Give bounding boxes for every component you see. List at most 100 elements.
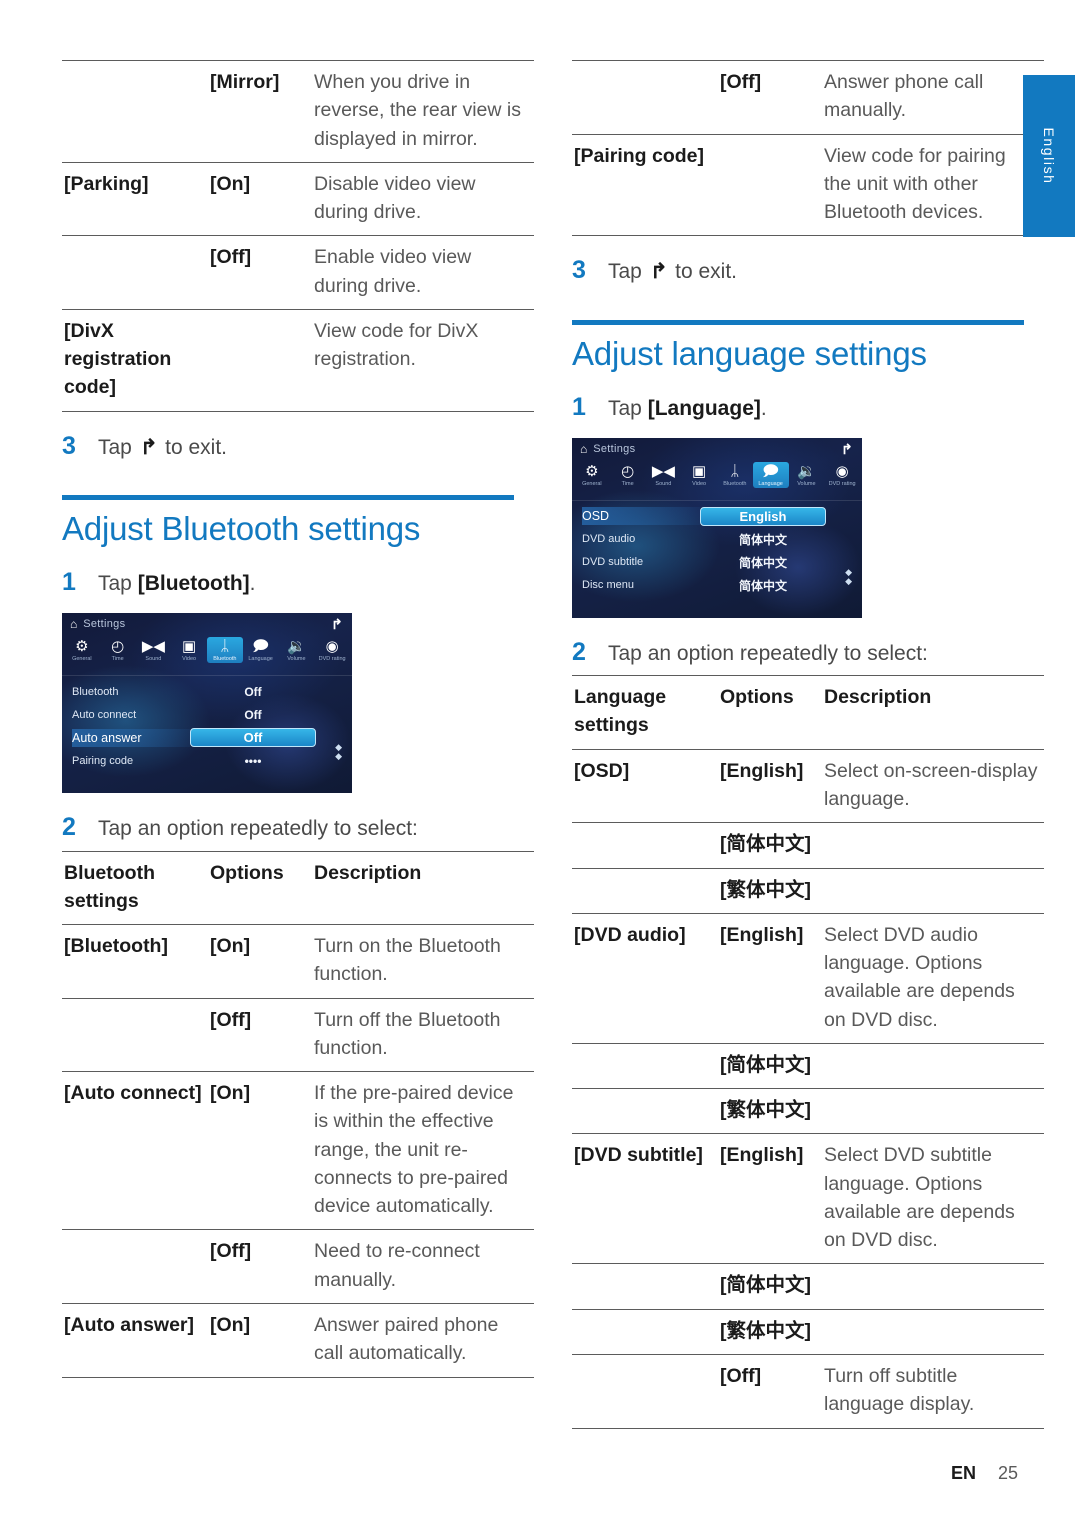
option-value: 简体中文 xyxy=(738,555,787,570)
step-text-post: . xyxy=(760,396,767,420)
cell-option: [Off] xyxy=(720,1354,824,1429)
option-label: DVD audio xyxy=(582,533,636,546)
settings-icon-dvd-rating[interactable]: ◉ DVD rating xyxy=(314,637,350,663)
cell-option: [简体中文] xyxy=(720,1042,824,1089)
speaker-icon: 🔉 xyxy=(287,638,306,656)
gear-icon: ⚙ xyxy=(585,462,599,480)
settings-icon-sound[interactable]: ▶◀ Sound xyxy=(646,462,682,488)
list-item-selected[interactable]: Auto answer Off xyxy=(62,726,352,749)
list-item[interactable]: DVD subtitle 简体中文 xyxy=(572,551,862,574)
list-item-selected[interactable]: OSD English xyxy=(572,505,862,528)
settings-icon-bluetooth[interactable]: ᛦ Bluetooth xyxy=(717,462,753,488)
cell-option: [简体中文] xyxy=(720,822,824,869)
bluetooth-settings-table-continued-body: [Off] Answer phone call manually. [Pairi… xyxy=(572,60,1044,237)
heading-rule xyxy=(62,494,514,500)
option-value: Off xyxy=(244,707,262,722)
settings-icon-time[interactable]: ◴ Time xyxy=(610,462,646,488)
option-label: Pairing code xyxy=(72,754,134,767)
table-row: [Pairing code] View code for pairing the… xyxy=(572,133,1044,237)
cell-setting: [Auto answer] xyxy=(62,1303,210,1378)
page-title-bluetooth: Adjust Bluetooth settings xyxy=(62,509,421,547)
cell-description: Turn off the Bluetooth function. xyxy=(314,997,534,1072)
list-item[interactable]: Pairing code •••• xyxy=(62,749,352,772)
screenshot-icon-bar: ⚙ General ◴ Time ▶◀ Sound ▣ Video ᛦ Bluetooth… xyxy=(62,635,352,677)
option-label: Auto connect xyxy=(72,708,137,721)
option-value: Off xyxy=(190,728,316,748)
icon-label: Language xyxy=(758,481,783,487)
settings-icon-volume[interactable]: 🔉 Volume xyxy=(789,462,825,488)
screenshot-title: Settings xyxy=(83,618,126,631)
step-text: Tap ↰ to exit. xyxy=(98,434,227,461)
settings-icon-video[interactable]: ▣ Video xyxy=(171,637,207,663)
clock-icon: ◴ xyxy=(111,638,125,656)
step-target: [Language] xyxy=(647,396,761,420)
cell-option: [Off] xyxy=(210,235,314,310)
list-item[interactable]: Auto connect Off xyxy=(62,703,352,726)
option-value: •••• xyxy=(244,753,262,768)
cell-option: [English] xyxy=(720,748,824,823)
scroll-down-icon[interactable]: ◆ xyxy=(845,576,852,587)
table-row: [繁体中文] xyxy=(572,1308,1044,1355)
language-settings-screenshot: ⌂ Settings ↰ ⚙ General ◴ Time ▶◀ Sound ▣ Vid… xyxy=(572,437,862,618)
table-row: [简体中文] xyxy=(572,822,1044,869)
table-row: [简体中文] xyxy=(572,1042,1044,1089)
icon-label: Sound xyxy=(145,656,162,663)
list-item[interactable]: DVD audio 简体中文 xyxy=(572,528,862,551)
step-text: Tap [Bluetooth]. xyxy=(98,570,256,597)
cell-description: Answer phone call manually. xyxy=(824,60,1044,135)
icon-label: Time xyxy=(621,481,634,487)
cell-setting: [OSD] xyxy=(572,748,720,823)
settings-icon-sound[interactable]: ▶◀ Sound xyxy=(136,637,172,663)
step-number: 2 xyxy=(572,637,586,666)
icon-label: DVD rating xyxy=(828,481,856,487)
bluetooth-icon: ᛦ xyxy=(220,638,230,656)
disc-icon: ◉ xyxy=(325,638,339,656)
home-icon: ⌂ xyxy=(580,441,588,456)
balance-icon: ▶◀ xyxy=(141,638,165,656)
cell-option: [On] xyxy=(210,161,314,236)
table-row: [Bluetooth] [On] Turn on the Bluetooth f… xyxy=(62,924,534,999)
option-label: OSD xyxy=(582,507,700,526)
table-row: [繁体中文] xyxy=(572,867,1044,914)
right-column: [Off] Answer phone call manually. [Pairi… xyxy=(572,60,1044,1429)
option-value: 简体中文 xyxy=(738,578,787,593)
cell-description: View code for pairing the unit with othe… xyxy=(824,133,1044,237)
cell-option: [繁体中文] xyxy=(720,1088,824,1134)
step-target: [Bluetooth] xyxy=(137,571,250,595)
settings-icon-video[interactable]: ▣ Video xyxy=(681,462,717,488)
cell-description: Select DVD audio language. Options avail… xyxy=(824,912,1044,1044)
table-row: [DVD subtitle] [English] Select DVD subt… xyxy=(572,1133,1044,1264)
cell-description: View code for DivX registration. xyxy=(314,308,534,412)
settings-icon-general[interactable]: ⚙ General xyxy=(574,462,610,488)
list-item[interactable]: Disc menu 简体中文 xyxy=(572,574,862,597)
column-header-options: Options xyxy=(210,850,314,925)
icon-label: Video xyxy=(182,656,197,663)
cell-description xyxy=(824,822,1044,869)
cell-description: Need to re-connect manually. xyxy=(314,1229,534,1304)
cell-setting: [DivX registration code] xyxy=(62,308,210,412)
settings-icon-bluetooth[interactable]: ᛦ Bluetooth xyxy=(207,637,243,664)
settings-icon-dvd-rating[interactable]: ◉ DVD rating xyxy=(824,462,860,488)
language-settings-table: Language settings Options Description [O… xyxy=(572,675,1044,1429)
settings-icon-language[interactable]: 🗩 Language xyxy=(243,637,279,663)
page-footer: EN 25 xyxy=(951,1463,1018,1484)
table-row: [Off] Enable video view during drive. xyxy=(62,235,534,310)
step-text: Tap an option repeatedly to select: xyxy=(98,817,418,841)
cell-option: [Off] xyxy=(210,997,314,1072)
video-settings-table: [Mirror] When you drive in reverse, the … xyxy=(62,60,534,412)
scroll-down-icon[interactable]: ◆ xyxy=(335,751,342,762)
settings-icon-time[interactable]: ◴ Time xyxy=(100,637,136,663)
step-select-language-option: 2 Tap an option repeatedly to select: xyxy=(572,637,1024,667)
list-item[interactable]: Bluetooth Off xyxy=(62,680,352,703)
settings-icon-language[interactable]: 🗩 Language xyxy=(752,461,789,488)
cell-setting xyxy=(572,1042,720,1089)
back-arrow-icon: ↰ xyxy=(139,435,158,459)
step-text: Tap [Language]. xyxy=(608,395,767,422)
back-arrow-icon: ↰ xyxy=(841,440,853,457)
cell-option: [简体中文] xyxy=(720,1263,824,1310)
heading-rule xyxy=(572,319,1024,325)
settings-icon-volume[interactable]: 🔉 Volume xyxy=(279,637,315,663)
icon-label: Video xyxy=(692,481,707,487)
settings-icon-general[interactable]: ⚙ General xyxy=(64,637,100,663)
cell-setting xyxy=(572,1088,720,1134)
